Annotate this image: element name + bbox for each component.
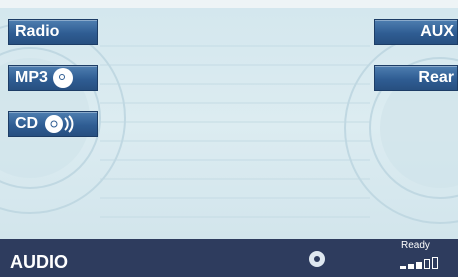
top-strip — [0, 0, 458, 8]
rear-button[interactable]: Rear — [374, 65, 458, 91]
status-title: AUDIO — [10, 252, 68, 272]
cd-sound-icon — [45, 115, 74, 133]
signal-strength-icon — [400, 257, 438, 269]
mp3-button-label: MP3 — [15, 69, 48, 86]
disc-icon — [52, 68, 73, 88]
audio-screen: Radio MP3 CD AUX Rear AUDIO Ready — [0, 0, 458, 277]
rear-button-label: Rear — [418, 69, 454, 86]
cd-button[interactable]: CD — [8, 111, 98, 137]
aux-button-label: AUX — [420, 23, 454, 40]
radio-button[interactable]: Radio — [8, 19, 98, 45]
ready-label: Ready — [401, 240, 430, 251]
cd-button-label: CD — [15, 115, 39, 132]
status-bar: AUDIO Ready — [0, 239, 458, 277]
disc-icon — [309, 251, 325, 267]
radio-button-label: Radio — [15, 23, 60, 40]
aux-button[interactable]: AUX — [374, 19, 458, 45]
mp3-button[interactable]: MP3 — [8, 65, 98, 91]
